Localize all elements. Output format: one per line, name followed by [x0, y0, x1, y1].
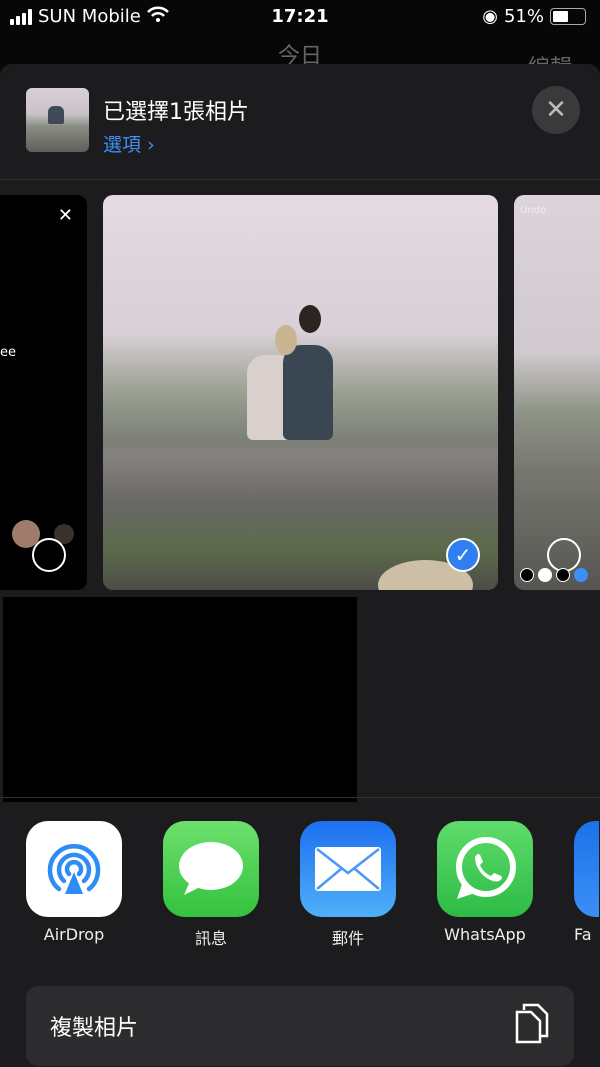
- photo-card[interactable]: Undo: [514, 195, 600, 590]
- battery-icon: [550, 8, 586, 25]
- divider: [0, 797, 600, 798]
- redacted-region: [3, 597, 357, 802]
- app-label: WhatsApp: [444, 925, 526, 944]
- undo-label: Undo: [520, 205, 547, 216]
- app-mail[interactable]: 郵件: [300, 821, 396, 949]
- facebook-icon: [574, 821, 599, 917]
- battery-percent: 51%: [503, 6, 544, 27]
- shutter-icon: [32, 538, 66, 572]
- close-icon: ✕: [57, 205, 73, 226]
- close-icon: ✕: [545, 95, 567, 125]
- checkmark-icon[interactable]: ✓: [446, 538, 480, 572]
- options-label: 選項: [103, 134, 142, 156]
- app-label: 郵件: [331, 929, 364, 948]
- photo-card-selected[interactable]: ✓: [103, 195, 498, 590]
- options-link[interactable]: 選項 ›: [103, 130, 249, 157]
- card-text: ee: [0, 345, 16, 360]
- airdrop-icon: [26, 821, 122, 917]
- shutter-icon: [547, 538, 581, 572]
- action-label: 複製相片: [50, 1016, 139, 1041]
- app-whatsapp[interactable]: WhatsApp: [437, 821, 533, 949]
- status-bar: SUN Mobile 17:21 ◉ 51%: [0, 0, 600, 34]
- chevron-right-icon: ›: [147, 134, 155, 156]
- photo-card[interactable]: ✕ ee: [0, 195, 87, 590]
- copy-icon: [514, 1002, 550, 1050]
- share-title: 已選擇1張相片: [103, 100, 249, 125]
- copy-photo-button[interactable]: 複製相片: [26, 986, 574, 1066]
- share-sheet: 已選擇1張相片 選項 › ✕ ✕ ee ✓ Undo AirDrop 訊息 郵件…: [0, 64, 600, 1067]
- whatsapp-icon: [437, 821, 533, 917]
- share-header: 已選擇1張相片 選項 ›: [26, 88, 249, 157]
- app-facebook[interactable]: Fa: [574, 821, 599, 949]
- app-messages[interactable]: 訊息: [163, 821, 259, 949]
- orientation-lock-icon: ◉: [482, 6, 498, 27]
- eyedropper-icon: [520, 568, 534, 582]
- photo-couple: [243, 305, 338, 440]
- app-label: AirDrop: [43, 925, 105, 944]
- color-dot: [556, 568, 570, 582]
- color-dot: [574, 568, 588, 582]
- mail-icon: [300, 821, 396, 917]
- app-row: AirDrop 訊息 郵件 WhatsApp Fa: [26, 821, 599, 949]
- color-dot: [538, 568, 552, 582]
- photo-thumbnail: [26, 88, 89, 152]
- divider: [0, 179, 600, 180]
- app-airdrop[interactable]: AirDrop: [26, 821, 122, 949]
- app-label: 訊息: [194, 929, 227, 948]
- app-label: Fa: [574, 925, 592, 944]
- close-button[interactable]: ✕: [532, 86, 580, 134]
- color-palette: [520, 568, 588, 582]
- messages-icon: [163, 821, 259, 917]
